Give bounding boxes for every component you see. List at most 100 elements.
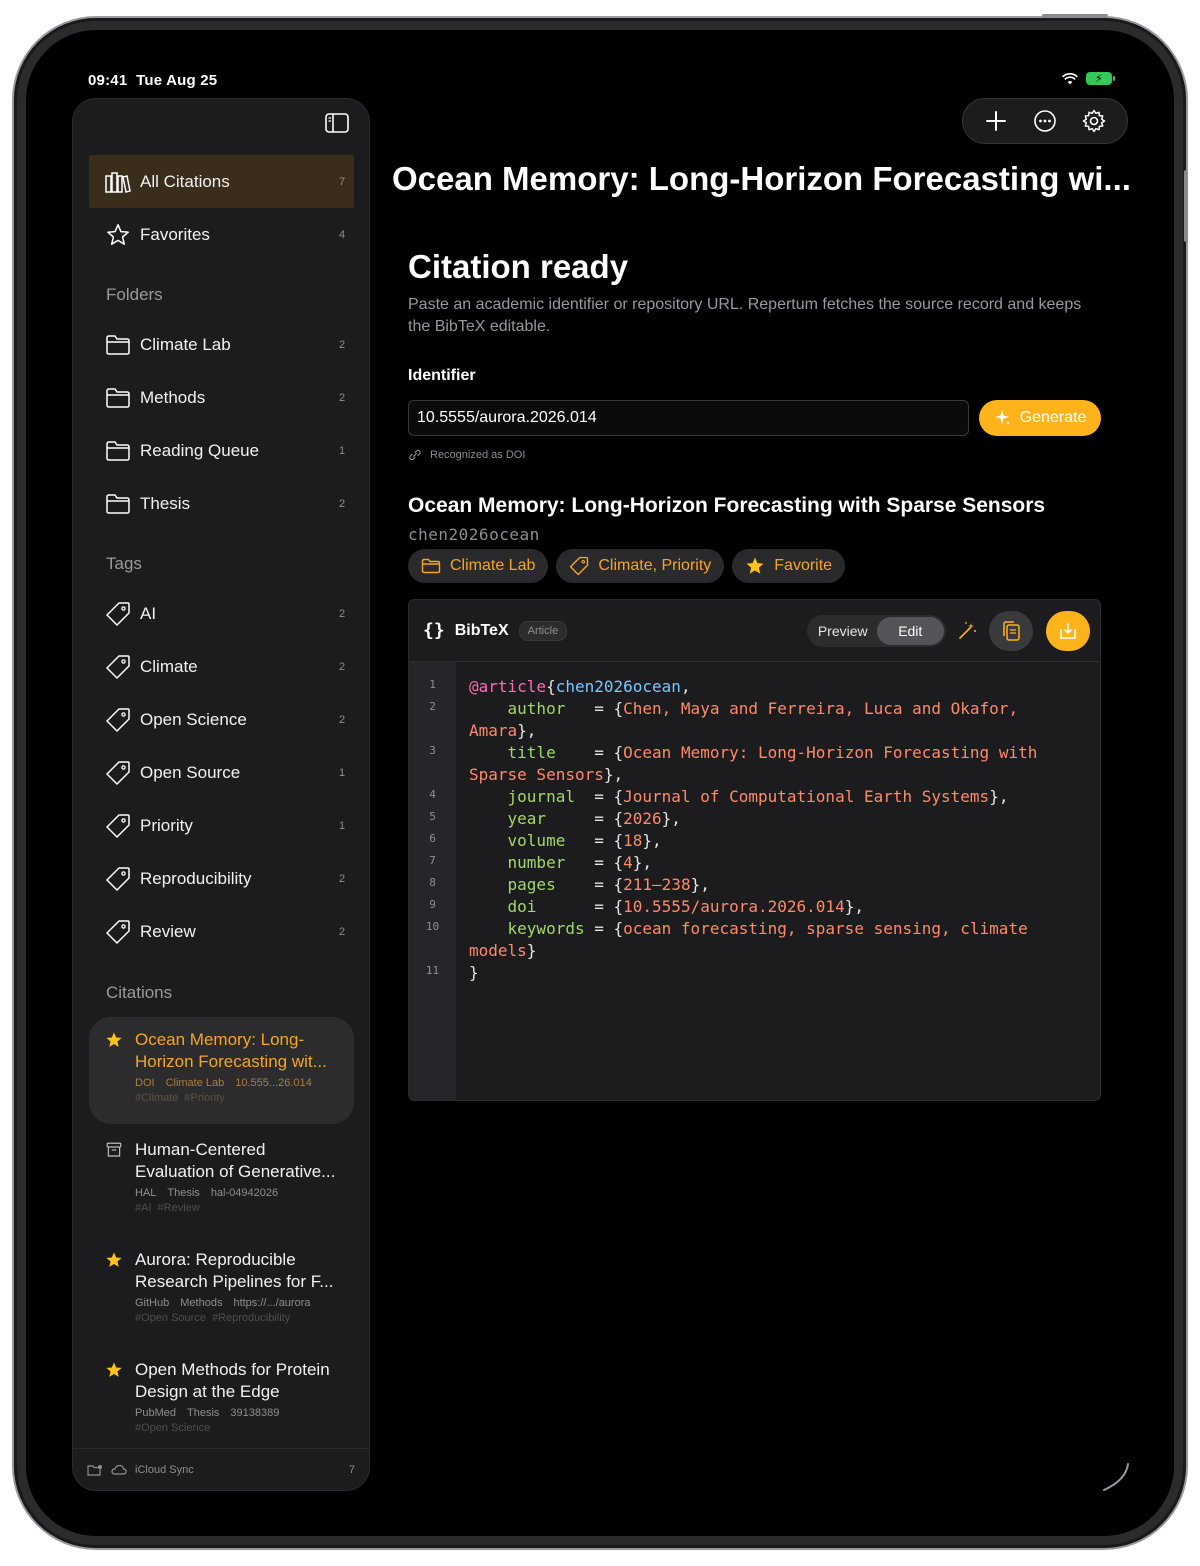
code-token: number [507,853,566,872]
sidebar-item-count: 2 [338,660,346,673]
sidebar-item-tag-review[interactable]: Review 2 [89,905,354,958]
code-token: Amara [469,721,518,740]
code-token: journal [507,787,575,806]
sidebar-item-tag-open-science[interactable]: Open Science 2 [89,693,354,746]
link-icon [409,449,421,461]
code-token: = { [565,831,624,850]
code-line: keywords = {ocean forecasting, sparse se… [469,918,1037,940]
sidebar-item-folder-methods[interactable]: Methods 2 [89,371,354,424]
copy-button[interactable] [989,611,1033,651]
sidebar-item-count: 2 [338,497,346,510]
preview-tab[interactable]: Preview [809,617,877,645]
bibtex-editor[interactable]: 1 2 3 4 5 6 7 8 9 10 11 @article{chen202… [409,662,1100,1100]
code-token: title [507,743,556,762]
sidebar-item-tag-climate[interactable]: Climate 2 [89,640,354,693]
sidebar-item-label: Reading Queue [140,440,260,460]
more-icon[interactable] [1033,109,1057,133]
identifier-input[interactable] [408,400,969,436]
code-token: }, [989,787,1009,806]
citation-list-item[interactable]: Human-Centered Evaluation of Generative..… [89,1127,354,1234]
tag-icon [570,556,589,576]
citation-list-item[interactable]: Ocean Memory: Long- Horizon Forecasting w… [89,1017,354,1124]
line-number: 10 [425,920,440,933]
sidebar-item-count: 2 [338,713,346,726]
sidebar-item-label: Open Source [140,762,241,782]
code-line: author = {Chen, Maya and Ferreira, Luca … [469,698,1037,720]
code-line: @article{chen2026ocean, [469,676,1037,698]
citation-list-item[interactable]: Open Methods for Protein Design at the Ed… [89,1347,354,1454]
star-filled-icon [106,1362,122,1377]
code-line: models} [469,940,1037,962]
code-line: Sparse Sensors}, [469,764,1037,786]
code-token: pages [507,875,556,894]
code-token: 211–238 [623,875,691,894]
citation-list-item[interactable]: Aurora: Reproducible Research Pipelines f… [89,1237,354,1344]
folder-icon [105,386,131,410]
citation-meta: DOI Climate Lab 10.555...26.014 [135,1077,312,1089]
code-token: = { [546,809,624,828]
sidebar-item-label: Climate Lab [140,334,231,354]
citation-tags: #Open Source #Reproducibility [135,1312,291,1324]
save-to-library-button[interactable] [1046,611,1090,651]
section-description: Paste an academic identifier or reposito… [408,296,1082,335]
line-number: 9 [429,898,436,911]
folders-heading: Folders [106,285,163,304]
sidebar-item-all-citations[interactable]: All Citations 7 [89,155,354,208]
star-outline-icon [105,223,131,247]
sidebar-item-tag-priority[interactable]: Priority 1 [89,799,354,852]
sidebar-item-count: 1 [338,766,346,779]
sidebar-item-count: 4 [338,228,346,241]
sidebar-item-label: Priority [140,815,193,835]
code-line: journal = {Journal of Computational Eart… [469,786,1037,808]
recognized-hint: Recognized as DOI [408,449,525,461]
folder-badge-icon[interactable] [87,1464,103,1476]
folder-chip[interactable]: Climate Lab [408,549,549,583]
section-title: Citation ready [408,248,629,285]
tags-chip[interactable]: Climate, Priority [556,549,725,583]
sidebar-item-tag-reproducibility[interactable]: Reproducibility 2 [89,852,354,905]
code-token: ocean forecasting, sparse sensing, clima… [623,919,1028,938]
citation-title: Open Methods for Protein Design at the Ed… [135,1360,330,1401]
top-button [1042,14,1108,18]
sidebar-item-label: Thesis [140,493,191,513]
folder-icon [421,558,441,574]
citation-key: chen2026ocean [408,525,540,544]
tag-icon [105,813,131,838]
citation-title: Human-Centered Evaluation of Generative..… [135,1140,336,1181]
sidebar-item-favorites[interactable]: Favorites 4 [89,208,354,261]
folder-icon [105,439,131,463]
code-token: = { [555,875,624,894]
battery-icon: ⚡ [1086,72,1115,85]
sidebar-item-folder-reading-queue[interactable]: Reading Queue 1 [89,424,354,477]
code-token: = { [584,919,624,938]
tag-icon [105,654,131,679]
code-token: keywords [507,919,585,938]
generate-button[interactable]: Generate [979,400,1101,436]
gear-icon[interactable] [1082,109,1106,133]
sidebar-item-tag-ai[interactable]: AI 2 [89,587,354,640]
sidebar: All Citations 7 Favorites 4 Folders Clim… [72,98,370,1491]
code-token: }, [690,875,710,894]
sidebar-item-tag-open-source[interactable]: Open Source 1 [89,746,354,799]
favorite-chip[interactable]: Favorite [732,549,846,583]
line-number: 1 [429,678,436,691]
code-line: volume = {18}, [469,830,1037,852]
sidebar-toggle-icon[interactable] [325,113,349,133]
magic-wand-icon[interactable] [956,620,978,642]
code-line: number = {4}, [469,852,1037,874]
line-number: 2 [429,700,436,713]
sidebar-item-folder-thesis[interactable]: Thesis 2 [89,477,354,530]
code-token: }, [603,765,624,784]
sidebar-item-folder-climate-lab[interactable]: Climate Lab 2 [89,318,354,371]
line-number: 8 [429,876,436,889]
add-icon[interactable] [984,109,1008,133]
braces-icon: {} [423,620,445,641]
edit-tab[interactable]: Edit [876,617,944,645]
code-token: = { [565,699,624,718]
line-number: 5 [429,810,436,823]
code-token: }, [844,897,864,916]
folder-chip-label: Climate Lab [450,557,536,574]
status-time: 09:41 Tue Aug 25 [88,72,218,89]
